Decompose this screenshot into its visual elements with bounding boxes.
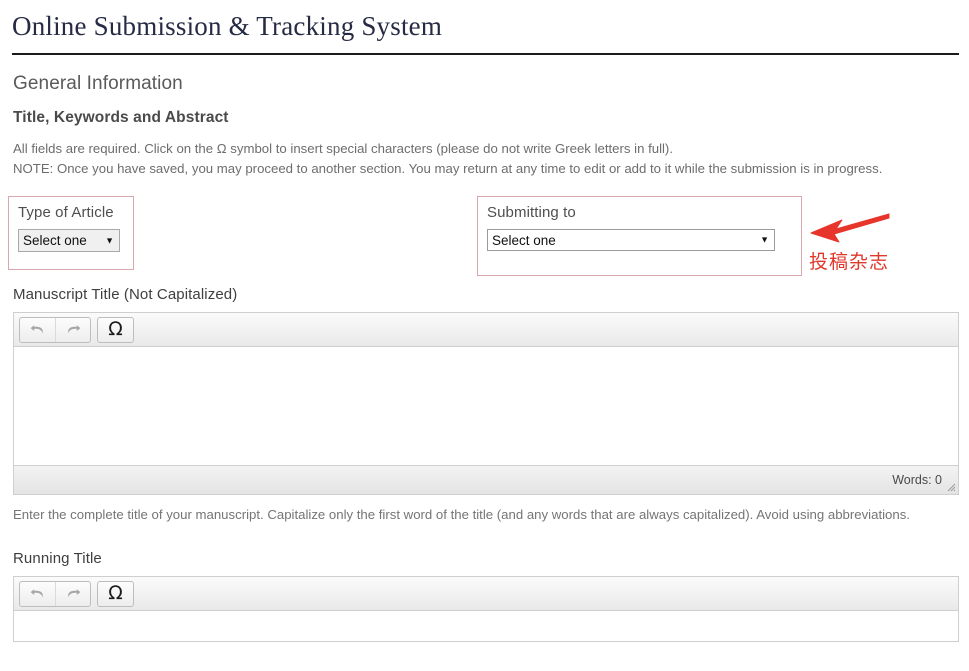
redo-icon: [67, 325, 80, 334]
undo-redo-button-group: [19, 580, 91, 607]
undo-redo-button-group: [19, 316, 91, 343]
annotation-label: 投稿杂志: [809, 251, 890, 274]
running-title-toolbar: Ω: [14, 577, 958, 612]
instructions-line-1: All fields are required. Click on the Ω …: [13, 141, 673, 156]
undo-icon: [30, 325, 43, 334]
manuscript-title-toolbar: Ω: [14, 313, 958, 348]
special-character-button[interactable]: Ω: [97, 316, 134, 343]
instructions-block: All fields are required. Click on the Ω …: [0, 127, 969, 179]
undo-button[interactable]: [20, 582, 55, 606]
manuscript-title-help-text: Enter the complete title of your manuscr…: [13, 507, 910, 523]
fieldset-type-of-article: Type of Article Select one ▼: [8, 196, 134, 271]
omega-icon: Ω: [108, 318, 123, 341]
manuscript-title-input[interactable]: [14, 347, 958, 466]
annotation-group: 投稿杂志: [806, 212, 966, 282]
submitting-to-select-shell[interactable]: Select one ▼: [487, 229, 775, 252]
resize-grip-icon[interactable]: [944, 480, 956, 492]
type-of-article-select-shell[interactable]: Select one ▼: [18, 229, 120, 253]
fieldset-legend-type-of-article: Type of Article: [18, 204, 114, 222]
fieldset-submitting-to: Submitting to Select one ▼: [477, 196, 802, 277]
type-of-article-select-wrap: Select one ▼: [9, 221, 133, 253]
fieldset-row: Type of Article Select one ▼ Submitting …: [0, 196, 969, 286]
manuscript-title-status-bar: Words: 0: [14, 465, 958, 495]
undo-icon: [30, 589, 43, 598]
redo-button[interactable]: [55, 581, 90, 606]
left-arrow-icon: [810, 213, 890, 243]
page-root: Online Submission & Tracking System Gene…: [0, 0, 969, 671]
submitting-to-select-wrap: Select one ▼: [478, 221, 801, 252]
undo-button[interactable]: [20, 318, 55, 342]
running-title-label: Running Title: [13, 550, 102, 568]
running-title-editor: Ω: [13, 576, 959, 643]
omega-icon: Ω: [108, 582, 123, 605]
redo-icon: [67, 589, 80, 598]
section-heading: General Information: [13, 73, 183, 94]
manuscript-title-editor: Ω Words: 0: [13, 312, 959, 496]
submitting-to-select[interactable]: Select one: [487, 229, 775, 252]
type-of-article-select[interactable]: Select one: [18, 229, 120, 253]
instructions-line-2: NOTE: Once you have saved, you may proce…: [13, 161, 883, 177]
special-character-button[interactable]: Ω: [97, 580, 134, 607]
page-title: Online Submission & Tracking System: [12, 11, 443, 41]
running-title-input[interactable]: [14, 611, 958, 642]
fieldset-legend-submitting-to: Submitting to: [487, 204, 576, 222]
redo-button[interactable]: [55, 317, 90, 342]
manuscript-title-label: Manuscript Title (Not Capitalized): [13, 286, 238, 304]
section-sub-heading: Title, Keywords and Abstract: [13, 109, 229, 126]
